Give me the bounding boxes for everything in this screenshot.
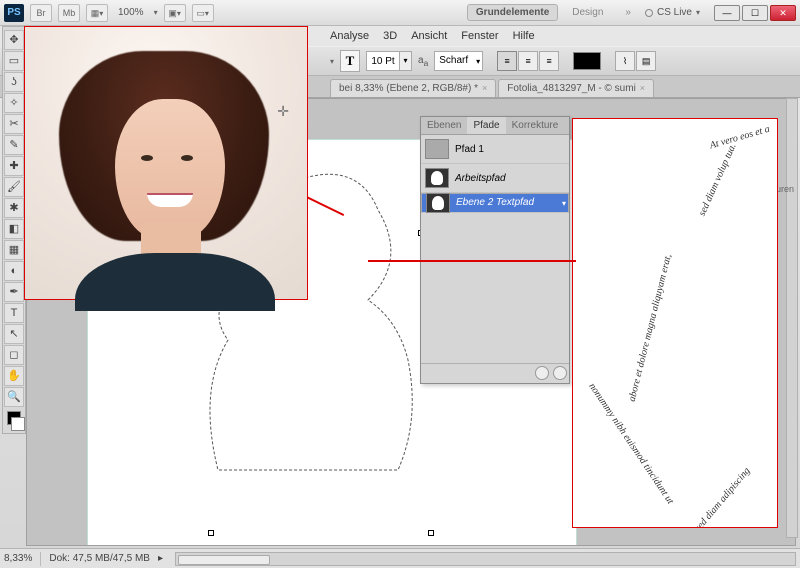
screen-mode-button[interactable]: ▭▾ — [192, 4, 214, 22]
path-tool[interactable]: ↖ — [4, 324, 24, 344]
status-doc-size[interactable]: Dok: 47,5 MB/47,5 MB — [49, 553, 150, 564]
annotation-photo: ✛ — [24, 26, 308, 300]
workspace-design[interactable]: Design — [564, 5, 611, 20]
cslive-button[interactable]: CS Live▾ — [645, 7, 700, 18]
menu-fenster[interactable]: Fenster — [461, 30, 498, 42]
panel-tab-korrekturen[interactable]: Korrekture — [506, 117, 565, 134]
path-label: Pfad 1 — [455, 144, 484, 155]
wand-tool[interactable]: ✧ — [4, 93, 24, 113]
app-logo: PS — [4, 4, 24, 22]
heal-tool[interactable]: ✚ — [4, 156, 24, 176]
path-thumb-icon — [425, 139, 449, 159]
align-right-button[interactable]: ≡ — [539, 51, 559, 71]
lasso-tool[interactable]: ʖ — [4, 72, 24, 92]
status-bar: 8,33% Dok: 47,5 MB/47,5 MB ▸ — [0, 548, 800, 568]
align-center-button[interactable]: ≡ — [518, 51, 538, 71]
hand-tool[interactable]: ✋ — [4, 366, 24, 386]
paths-panel: Ebenen Pfade Korrekture Pfad 1 Arbeitspf… — [420, 116, 570, 384]
path-thumb-icon — [426, 193, 450, 213]
arrange-button[interactable]: ▣▾ — [164, 4, 186, 22]
stroke-path-icon[interactable] — [553, 366, 567, 380]
panel-tab-ebenen[interactable]: Ebenen — [421, 117, 467, 134]
annotation-line — [368, 260, 576, 262]
view-mode-button[interactable]: ▦▾ — [86, 4, 108, 22]
type-tool[interactable]: T — [4, 303, 24, 323]
zoom-tool[interactable]: 🔍 — [4, 387, 24, 407]
right-dock[interactable] — [786, 98, 798, 538]
dodge-tool[interactable]: ◐ — [4, 261, 24, 281]
gradient-tool[interactable]: ▦ — [4, 240, 24, 260]
eyedrop-tool[interactable]: ✎ — [4, 135, 24, 155]
status-menu-icon[interactable]: ▸ — [158, 553, 163, 564]
path-row-selected[interactable]: Ebene 2 Textpfad — [421, 193, 569, 213]
bridge-button[interactable]: Br — [30, 4, 52, 22]
workspace-more[interactable]: » — [617, 5, 639, 20]
fill-path-icon[interactable] — [535, 366, 549, 380]
minibridge-button[interactable]: Mb — [58, 4, 80, 22]
menu-analyse[interactable]: Analyse — [330, 30, 369, 42]
path-label: Ebene 2 Textpfad — [456, 194, 534, 212]
char-panel-button[interactable]: ▤ — [636, 51, 656, 71]
close-button[interactable]: ✕ — [770, 5, 796, 21]
maximize-button[interactable]: ☐ — [742, 5, 768, 21]
text-color-swatch[interactable] — [573, 52, 601, 70]
antialias-select[interactable]: Scharf — [434, 51, 483, 71]
minimize-button[interactable]: — — [714, 5, 740, 21]
doc-tab-1[interactable]: bei 8,33% (Ebene 2, RGB/8#) *× — [330, 79, 496, 97]
path-label: Arbeitspfad — [455, 173, 506, 184]
eraser-tool[interactable]: ◧ — [4, 219, 24, 239]
stamp-tool[interactable]: ✱ — [4, 198, 24, 218]
tools-panel: ✥ ▭ ʖ ✧ ✂ ✎ ✚ 🖌 ✱ ◧ ▦ ◐ ✒ T ↖ ◻ ✋ 🔍 — [2, 26, 26, 434]
workspace-grundelemente[interactable]: Grundelemente — [467, 4, 558, 21]
close-icon[interactable]: × — [640, 83, 645, 94]
font-size-input[interactable]: ▾ — [366, 51, 412, 71]
warp-text-button[interactable]: ⌇ — [615, 51, 635, 71]
horizontal-scrollbar[interactable] — [175, 552, 796, 566]
dock-tab-label[interactable]: uren — [776, 184, 794, 194]
path-thumb-icon — [425, 168, 449, 188]
brush-tool[interactable]: 🖌 — [4, 177, 24, 197]
path-row[interactable]: Arbeitspfad — [421, 164, 569, 193]
status-zoom[interactable]: 8,33% — [4, 553, 32, 564]
menu-hilfe[interactable]: Hilfe — [513, 30, 535, 42]
antialias-icon: aa — [418, 55, 428, 68]
menu-3d[interactable]: 3D — [383, 30, 397, 42]
crop-tool[interactable]: ✂ — [4, 114, 24, 134]
background-swatch[interactable] — [11, 417, 25, 431]
annotation-textpath: At vero eos et a sed diam volup tua. abo… — [572, 118, 778, 528]
pen-tool[interactable]: ✒ — [4, 282, 24, 302]
menu-ansicht[interactable]: Ansicht — [411, 30, 447, 42]
shape-tool[interactable]: ◻ — [4, 345, 24, 365]
font-size-icon: T — [340, 50, 360, 72]
doc-tab-2[interactable]: Fotolia_4813297_M - © sumi× — [498, 79, 654, 97]
panel-tab-pfade[interactable]: Pfade — [467, 117, 505, 134]
zoom-level[interactable]: 100% — [114, 7, 148, 18]
close-icon[interactable]: × — [482, 83, 487, 94]
move-tool[interactable]: ✥ — [4, 30, 24, 50]
path-row[interactable]: Pfad 1 — [421, 135, 569, 164]
marquee-tool[interactable]: ▭ — [4, 51, 24, 71]
align-left-button[interactable]: ≡ — [497, 51, 517, 71]
sample-cursor-icon: ✛ — [277, 103, 289, 120]
